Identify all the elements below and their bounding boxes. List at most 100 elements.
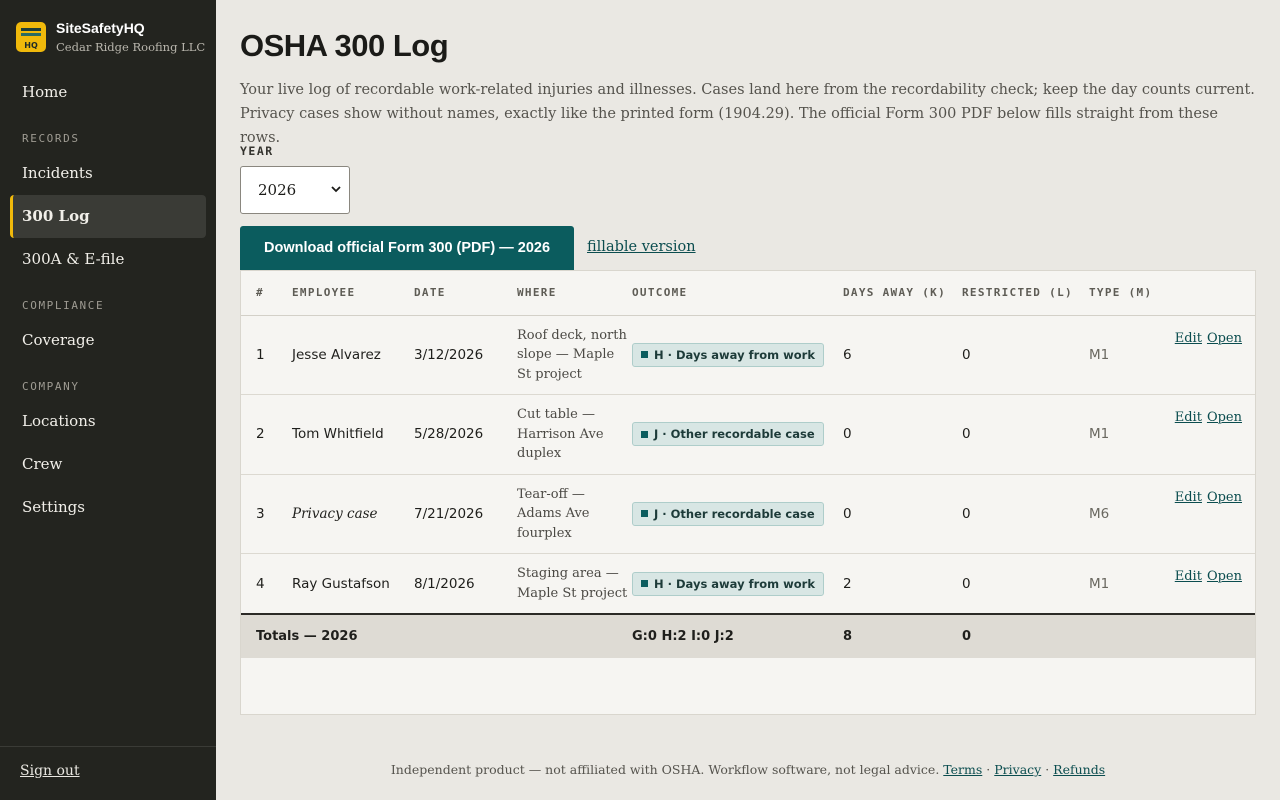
row-days-away: 0: [843, 474, 962, 554]
edit-link[interactable]: Edit: [1175, 490, 1202, 505]
sidebar-item-300a-efile[interactable]: 300A & E-file: [10, 238, 206, 281]
outcome-label: J · Other recordable case: [654, 506, 815, 521]
sidebar-nav: Home RECORDS Incidents 300 Log 300A & E-…: [10, 71, 206, 529]
refunds-link[interactable]: Refunds: [1053, 762, 1105, 777]
col-header-restricted: RESTRICTED (L): [962, 271, 1089, 316]
row-date: 8/1/2026: [414, 553, 517, 615]
row-date: 5/28/2026: [414, 394, 517, 475]
sidebar-item-settings[interactable]: Settings: [10, 486, 206, 529]
totals-outcome: G:0 H:2 I:0 J:2: [632, 613, 843, 658]
row-num: 1: [241, 315, 292, 395]
outcome-label: H · Days away from work: [654, 347, 815, 362]
row-date: 7/21/2026: [414, 474, 517, 554]
brand-name: SiteSafetyHQ: [56, 20, 145, 36]
badge-square-icon: [641, 430, 648, 438]
sidebar: HQ SiteSafetyHQ Cedar Ridge Roofing LLC …: [0, 0, 216, 800]
row-type: M6: [1089, 474, 1156, 554]
terms-link[interactable]: Terms: [943, 762, 982, 777]
edit-link[interactable]: Edit: [1175, 331, 1202, 346]
sidebar-item-300-log[interactable]: 300 Log: [10, 195, 206, 238]
sidebar-item-locations[interactable]: Locations: [10, 400, 206, 443]
row-employee: Tom Whitfield: [292, 394, 414, 475]
year-label: YEAR: [240, 144, 274, 158]
chevron-down-icon: [331, 186, 341, 193]
col-header-date: DATE: [414, 271, 517, 316]
privacy-link[interactable]: Privacy: [994, 762, 1041, 777]
col-header-employee: EMPLOYEE: [292, 271, 414, 316]
brand-company: Cedar Ridge Roofing LLC: [56, 40, 206, 54]
edit-link[interactable]: Edit: [1175, 569, 1202, 584]
page-intro: Your live log of recordable work-related…: [240, 82, 1255, 146]
sidebar-item-incidents[interactable]: Incidents: [10, 152, 206, 195]
brand-logo-icon: HQ: [16, 22, 46, 52]
totals-restricted: 0: [962, 613, 1089, 658]
row-where: Roof deck, north slope — Maple St projec…: [517, 315, 632, 395]
row-days-away: 0: [843, 394, 962, 475]
totals-days-away: 8: [843, 613, 962, 658]
totals-row: Totals — 2026 G:0 H:2 I:0 J:2 8 0: [241, 613, 1255, 658]
brand-logo-text: HQ: [24, 41, 38, 50]
footer-separator: ·: [986, 762, 991, 777]
page-footer: Independent product — not affiliated wit…: [216, 762, 1280, 777]
row-employee: Ray Gustafson: [292, 553, 414, 615]
outcome-label: J · Other recordable case: [654, 427, 815, 442]
footer-disclaimer: Independent product — not affiliated wit…: [390, 762, 940, 777]
sidebar-item-crew[interactable]: Crew: [10, 443, 206, 486]
brand[interactable]: HQ SiteSafetyHQ Cedar Ridge Roofing LLC: [16, 20, 205, 54]
totals-label: Totals — 2026: [241, 613, 632, 658]
col-header-type: TYPE (M): [1089, 271, 1156, 316]
outcome-badge: H · Days away from work: [632, 342, 824, 367]
sidebar-item-home[interactable]: Home: [10, 71, 206, 114]
col-header-days-away: DAYS AWAY (K): [843, 271, 962, 316]
row-restricted: 0: [962, 474, 1089, 554]
row-restricted: 0: [962, 553, 1089, 615]
table-row: 1 Jesse Alvarez 3/12/2026 Roof deck, nor…: [241, 315, 1255, 395]
badge-square-icon: [641, 510, 648, 518]
open-link[interactable]: Open: [1207, 331, 1242, 346]
open-link[interactable]: Open: [1207, 569, 1242, 584]
col-header-where: WHERE: [517, 271, 632, 316]
sidebar-section-compliance: COMPLIANCE: [22, 299, 105, 312]
badge-square-icon: [641, 580, 648, 587]
row-days-away: 6: [843, 315, 962, 395]
badge-square-icon: [641, 351, 648, 359]
fillable-version-link[interactable]: fillable version: [587, 239, 696, 255]
table-row: 4 Ray Gustafson 8/1/2026 Staging area — …: [241, 553, 1255, 615]
row-type: M1: [1089, 553, 1156, 615]
row-type: M1: [1089, 394, 1156, 475]
outcome-badge: J · Other recordable case: [632, 501, 824, 526]
outcome-badge: J · Other recordable case: [632, 422, 824, 447]
row-restricted: 0: [962, 394, 1089, 475]
edit-link[interactable]: Edit: [1175, 410, 1202, 425]
sidebar-item-coverage[interactable]: Coverage: [10, 319, 206, 362]
col-header-outcome: OUTCOME: [632, 271, 843, 316]
sidebar-section-company: COMPANY: [22, 380, 80, 393]
row-where: Cut table — Harrison Ave duplex: [517, 394, 632, 475]
outcome-badge: H · Days away from work: [632, 571, 824, 596]
col-header-actions: [1156, 271, 1255, 316]
row-date: 3/12/2026: [414, 315, 517, 395]
outcome-label: H · Days away from work: [654, 576, 815, 591]
row-num: 4: [241, 553, 292, 615]
open-link[interactable]: Open: [1207, 410, 1242, 425]
download-form-300-button[interactable]: Download official Form 300 (PDF) — 2026: [240, 226, 574, 270]
table-row: 3 Privacy case 7/21/2026 Tear-off — Adam…: [241, 474, 1255, 554]
col-header-num: #: [241, 271, 292, 316]
sidebar-footer: Sign out: [0, 746, 216, 800]
row-num: 2: [241, 394, 292, 475]
row-num: 3: [241, 474, 292, 554]
open-link[interactable]: Open: [1207, 490, 1242, 505]
year-select[interactable]: 2026: [240, 166, 350, 214]
table-header-row: # EMPLOYEE DATE WHERE OUTCOME DAYS AWAY …: [241, 271, 1255, 316]
table-row: 2 Tom Whitfield 5/28/2026 Cut table — Ha…: [241, 394, 1255, 475]
year-select-value: 2026: [258, 181, 297, 199]
footer-separator: ·: [1045, 762, 1050, 777]
sidebar-section-records: RECORDS: [22, 132, 80, 145]
row-days-away: 2: [843, 553, 962, 615]
row-where: Tear-off — Adams Ave fourplex: [517, 474, 632, 554]
log-table: # EMPLOYEE DATE WHERE OUTCOME DAYS AWAY …: [240, 270, 1256, 715]
row-where: Staging area — Maple St project: [517, 553, 632, 615]
row-employee: Jesse Alvarez: [292, 315, 414, 395]
page-title: OSHA 300 Log: [240, 28, 449, 63]
sign-out-link[interactable]: Sign out: [20, 763, 80, 779]
